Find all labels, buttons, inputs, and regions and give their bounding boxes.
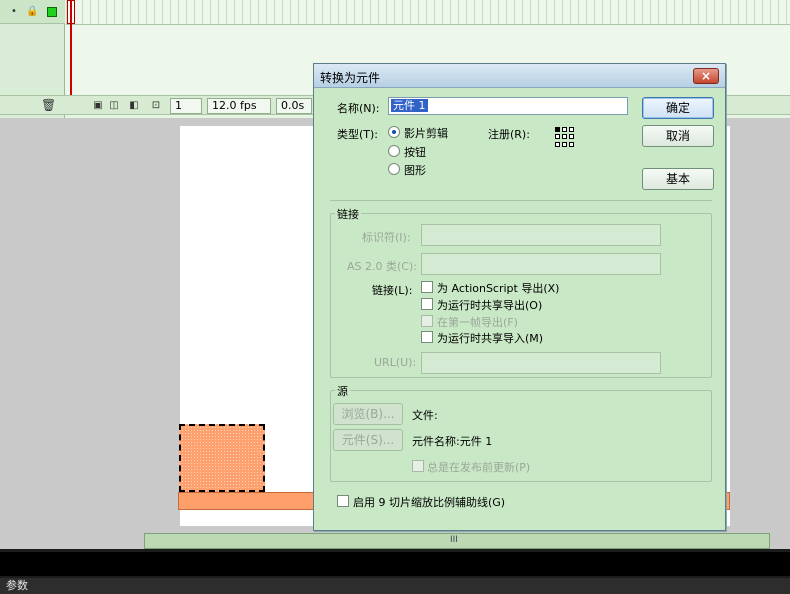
- url-label: URL(U):: [374, 356, 417, 369]
- type-radio-graphic[interactable]: [388, 163, 400, 175]
- elapsed-field: 0.0s: [276, 98, 312, 114]
- registration-cell[interactable]: [562, 141, 567, 147]
- close-icon[interactable]: ×: [693, 68, 719, 84]
- dialog-title-bar[interactable]: 转换为元件 ×: [314, 64, 725, 88]
- name-label: 名称(N):: [337, 102, 380, 115]
- always-update-checkbox[interactable]: [412, 460, 424, 472]
- panel-divider-inner: [0, 552, 790, 576]
- linkage-label: 链接(L):: [372, 284, 413, 297]
- nine-slice-checkbox[interactable]: [337, 495, 349, 507]
- onion-outline-icon[interactable]: ◧: [128, 100, 140, 112]
- import-runtime-sharing-checkbox[interactable]: [421, 331, 433, 343]
- cancel-button[interactable]: 取消: [642, 125, 714, 147]
- lock-icon[interactable]: 🔒: [26, 6, 38, 18]
- identifier-label: 标识符(I):: [362, 231, 411, 244]
- registration-cell[interactable]: [555, 134, 560, 140]
- edit-multiple-frames-icon[interactable]: ⊡: [150, 100, 162, 112]
- symbol-name-input[interactable]: 元件 1: [388, 97, 628, 115]
- export-first-frame-checkbox[interactable]: [421, 315, 433, 327]
- type-radio-button[interactable]: [388, 145, 400, 157]
- export-runtime-sharing-checkbox[interactable]: [421, 298, 433, 310]
- as-class-label: AS 2.0 类(C):: [347, 260, 417, 273]
- as-class-input[interactable]: [421, 253, 661, 275]
- dialog-title: 转换为元件: [320, 71, 381, 85]
- registration-cell[interactable]: [562, 134, 567, 140]
- trash-icon[interactable]: 🗑: [41, 99, 56, 111]
- registration-cell[interactable]: [569, 134, 574, 140]
- export-first-frame-label[interactable]: 在第一帧导出(F): [437, 314, 518, 330]
- symbol-name-value: 元件 1: [391, 99, 428, 112]
- selected-rectangle-shape[interactable]: [179, 424, 265, 492]
- layer-row[interactable]: • 🔒: [0, 0, 65, 24]
- linkage-group-title: 链接: [335, 206, 361, 222]
- registration-cell[interactable]: [562, 127, 567, 132]
- registration-cell[interactable]: [569, 141, 574, 147]
- basic-toggle-button[interactable]: 基本: [642, 168, 714, 190]
- type-label: 类型(T):: [337, 128, 379, 141]
- nine-slice-label[interactable]: 启用 9 切片缩放比例辅助线(G): [353, 494, 505, 510]
- export-runtime-sharing-label[interactable]: 为运行时共享导出(O): [437, 297, 542, 313]
- registration-cell[interactable]: [555, 127, 560, 132]
- export-actionscript-checkbox[interactable]: [421, 281, 433, 293]
- registration-cell[interactable]: [555, 141, 560, 147]
- url-input[interactable]: [421, 352, 661, 374]
- identifier-input[interactable]: [421, 224, 661, 246]
- fps-field[interactable]: 12.0 fps: [207, 98, 271, 114]
- ok-button[interactable]: 确定: [642, 97, 714, 119]
- type-option-graphic-label[interactable]: 图形: [404, 162, 426, 178]
- parameters-label: 参数: [6, 579, 28, 592]
- parameters-panel-header[interactable]: 参数: [0, 578, 790, 594]
- type-option-movieclip-label[interactable]: 影片剪辑: [404, 125, 448, 141]
- import-runtime-sharing-label[interactable]: 为运行时共享导入(M): [437, 330, 543, 346]
- elapsed-value: 0.0s: [281, 99, 305, 112]
- center-frame-icon[interactable]: ▣: [92, 100, 104, 112]
- file-label: 文件:: [412, 409, 438, 422]
- browse-button[interactable]: 浏览(B)...: [333, 403, 403, 425]
- horizontal-scrollbar[interactable]: III: [144, 533, 770, 549]
- fps-value: 12.0 fps: [212, 99, 257, 112]
- symbol-button[interactable]: 元件(S)...: [333, 429, 403, 451]
- current-frame-value: 1: [175, 99, 182, 112]
- onion-skin-icon[interactable]: ◫: [108, 100, 120, 112]
- type-option-button-label[interactable]: 按钮: [404, 144, 426, 160]
- eye-dot-icon[interactable]: •: [8, 6, 20, 18]
- source-group-title: 源: [335, 383, 350, 399]
- type-radio-movieclip[interactable]: [388, 126, 400, 138]
- symbol-name-info: 元件名称:元件 1: [412, 435, 493, 448]
- export-actionscript-label[interactable]: 为 ActionScript 导出(X): [437, 280, 559, 296]
- dialog-separator: [330, 200, 712, 201]
- outline-color-icon[interactable]: [47, 7, 57, 17]
- registration-label: 注册(R):: [488, 128, 530, 141]
- timeline-frames-grid[interactable]: [66, 0, 790, 25]
- registration-grid-icon[interactable]: [555, 127, 575, 147]
- registration-cell[interactable]: [569, 127, 574, 132]
- scrollbar-grip[interactable]: III: [450, 535, 458, 545]
- always-update-label[interactable]: 总是在发布前更新(P): [427, 459, 530, 475]
- current-frame-field: 1: [170, 98, 202, 114]
